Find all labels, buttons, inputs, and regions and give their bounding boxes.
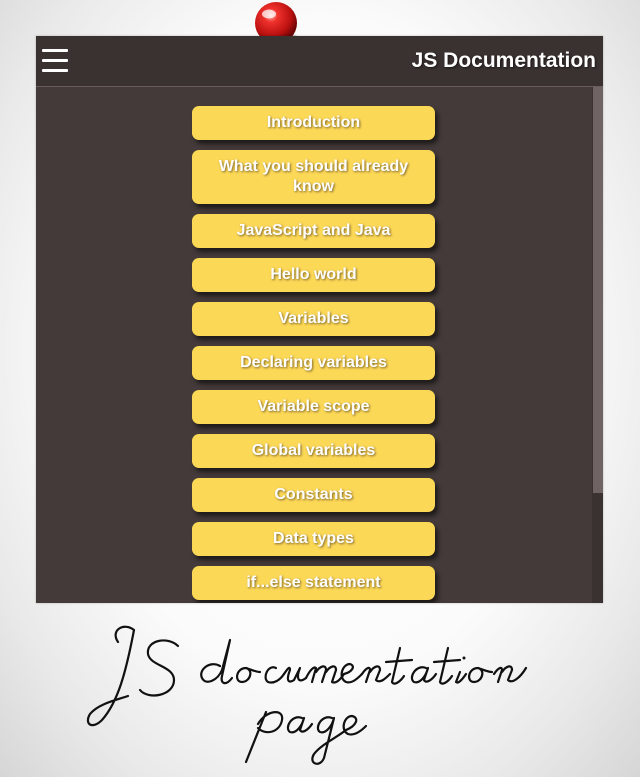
nav-button-what-you-should-already-know[interactable]: What you should already know	[192, 150, 435, 204]
nav-button-javascript-and-java[interactable]: JavaScript and Java	[192, 214, 435, 248]
scrollbar-thumb[interactable]	[593, 87, 603, 493]
app-window: JS Documentation Introduction What you sh…	[36, 36, 603, 603]
scrollbar-track[interactable]	[592, 87, 603, 603]
nav-button-if-else-statement[interactable]: if...else statement	[192, 566, 435, 600]
nav-button-variables[interactable]: Variables	[192, 302, 435, 336]
navigation-menu: Introduction What you should already know…	[192, 106, 435, 603]
page-title: JS Documentation	[411, 49, 596, 72]
nav-button-hello-world[interactable]: Hello world	[192, 258, 435, 292]
handwritten-caption	[70, 612, 550, 772]
nav-button-variable-scope[interactable]: Variable scope	[192, 390, 435, 424]
hamburger-menu-icon[interactable]	[42, 48, 70, 74]
header-bar: JS Documentation	[36, 36, 603, 87]
nav-button-global-variables[interactable]: Global variables	[192, 434, 435, 468]
nav-button-data-types[interactable]: Data types	[192, 522, 435, 556]
nav-button-declaring-variables[interactable]: Declaring variables	[192, 346, 435, 380]
nav-button-constants[interactable]: Constants	[192, 478, 435, 512]
nav-button-introduction[interactable]: Introduction	[192, 106, 435, 140]
